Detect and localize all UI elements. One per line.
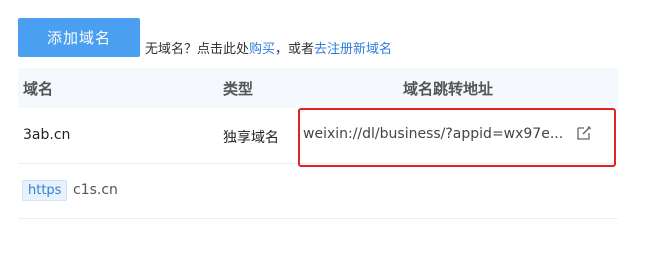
domain-cell: c1s.cn [73, 182, 118, 198]
table-row: 3ab.cn 独享域名 weixin://dl/business/?appid=… [18, 108, 618, 167]
hint-middle: ，或者 [275, 42, 315, 57]
buy-link[interactable]: 购买 [249, 42, 275, 57]
column-header-domain: 域名 [23, 80, 54, 98]
edit-icon[interactable] [575, 124, 593, 142]
redirect-url-cell: weixin://dl/business/?appid=wx97e... [303, 126, 564, 142]
add-domain-button[interactable]: 添加域名 [18, 18, 140, 57]
column-header-redirect-url: 域名跳转地址 [403, 80, 494, 98]
column-header-type: 类型 [223, 80, 254, 98]
domain-cell: 3ab.cn [23, 127, 71, 143]
hint-prefix: 无域名？点击此处 [145, 42, 250, 57]
no-domain-hint: 无域名？点击此处购买，或者去注册新域名 [145, 38, 392, 57]
type-cell: 独享域名 [223, 130, 279, 146]
register-domain-link[interactable]: 去注册新域名 [314, 42, 392, 57]
https-badge: https [22, 180, 68, 201]
table-row: https c1s.cn [18, 164, 618, 219]
table-header: 域名 类型 域名跳转地址 [18, 68, 618, 108]
domain-management-panel: 添加域名 无域名？点击此处购买，或者去注册新域名 域名 类型 域名跳转地址 3a… [0, 0, 645, 257]
